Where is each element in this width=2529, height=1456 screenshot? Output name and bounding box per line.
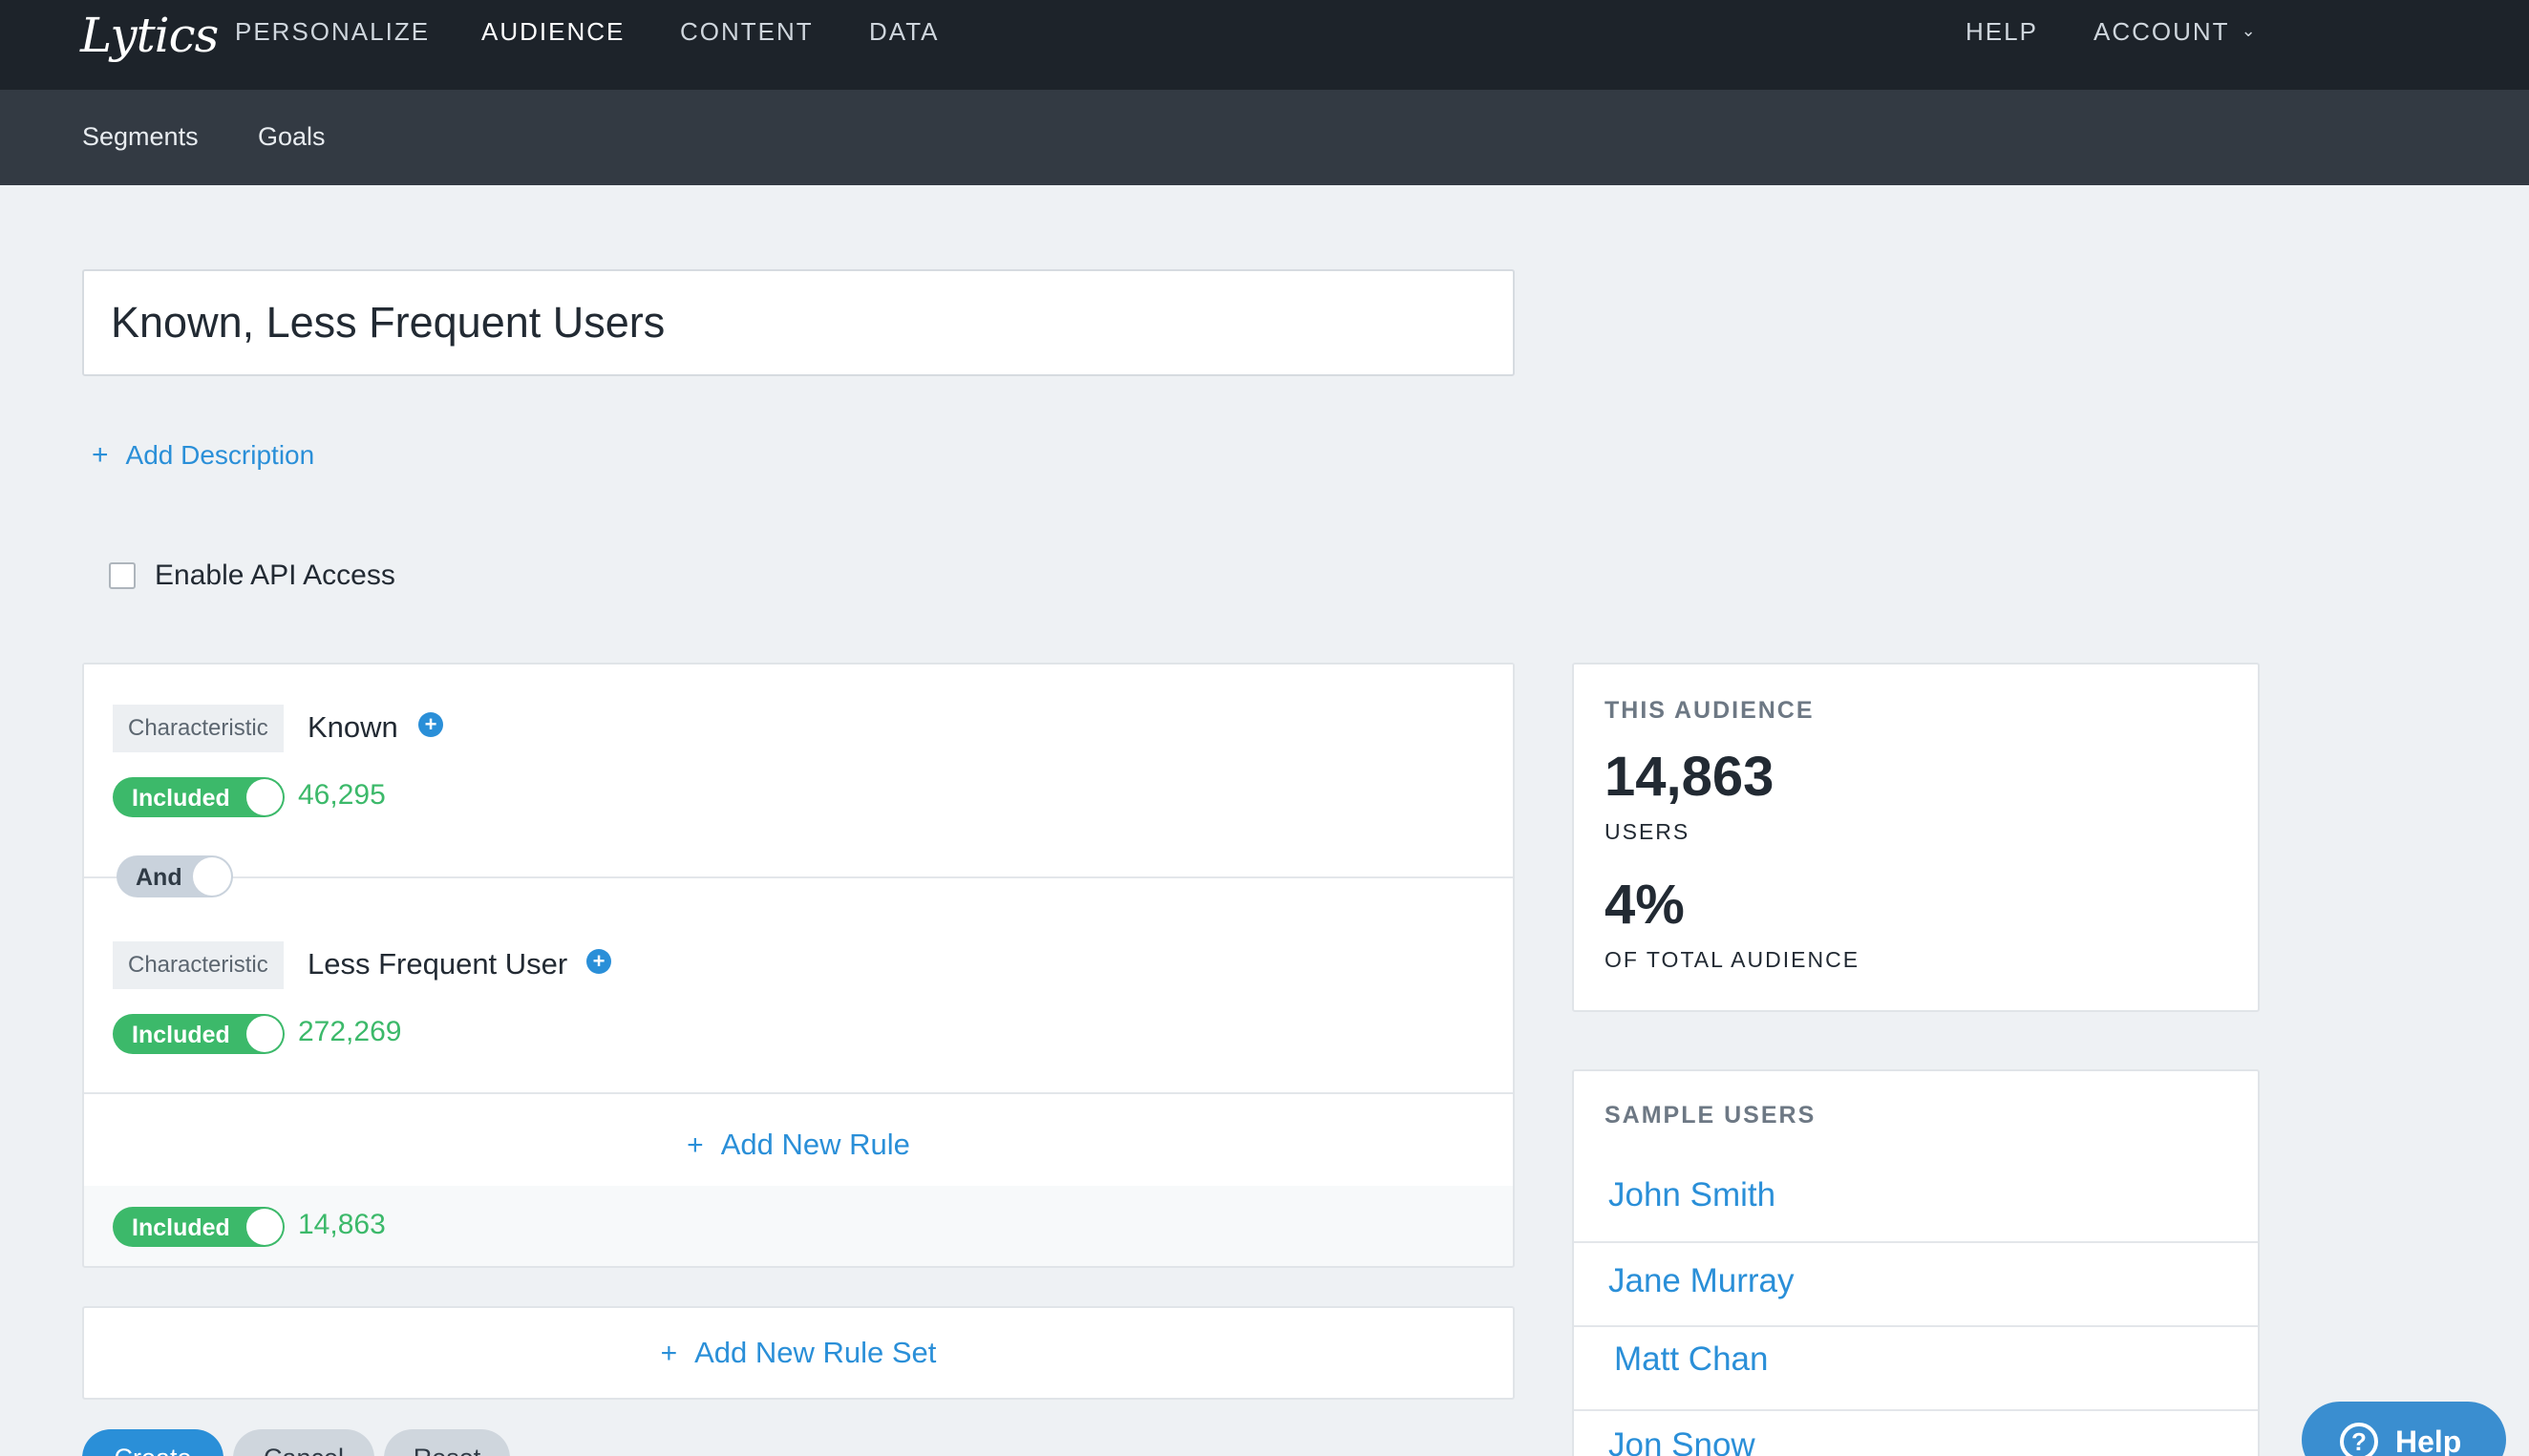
help-widget-label: Help (2395, 1424, 2462, 1456)
operator-label: And (136, 864, 182, 891)
audience-summary-card: THIS AUDIENCE 14,863 USERS 4% OF TOTAL A… (1572, 663, 2260, 1012)
add-new-rule-set-button[interactable]: + Add New Rule Set (82, 1306, 1515, 1400)
segment-title-input[interactable] (82, 269, 1515, 376)
add-new-rule-set-label: Add New Rule Set (694, 1336, 937, 1369)
list-item: Matt Chan (1574, 1325, 2258, 1409)
add-description-link[interactable]: + Add Description (92, 439, 314, 472)
reset-button[interactable]: Reset (384, 1429, 510, 1456)
operator-toggle[interactable]: And (117, 855, 233, 897)
api-access-checkbox[interactable] (109, 562, 136, 589)
list-item: John Smith (1574, 1157, 2258, 1241)
sample-users-heading: SAMPLE USERS (1605, 1102, 1817, 1129)
add-description-label: Add Description (125, 440, 315, 470)
rule-set-count: 14,863 (298, 1209, 386, 1240)
rule-set-panel: Characteristic Known + Included 46,295 A… (82, 663, 1515, 1268)
rule-count: 272,269 (298, 1016, 402, 1047)
audience-users-count: 14,863 (1605, 746, 1775, 808)
rule-name: Known (308, 710, 398, 744)
toggle-knob (246, 779, 283, 815)
rule-type-tag: Characteristic (113, 705, 284, 752)
add-new-rule-button[interactable]: + Add New Rule (84, 1104, 1513, 1186)
create-button[interactable]: Create (82, 1429, 223, 1456)
audience-percent-label: OF TOTAL AUDIENCE (1605, 947, 1860, 972)
plus-icon: + (687, 1129, 704, 1161)
sample-user-link[interactable]: Matt Chan (1614, 1340, 1768, 1379)
list-item: Jane Murray (1574, 1241, 2258, 1325)
nav-help[interactable]: HELP (1966, 17, 2038, 47)
sample-users-card: SAMPLE USERS John Smith Jane Murray Matt… (1572, 1069, 2260, 1456)
api-access-row: Enable API Access (109, 559, 395, 592)
cancel-button[interactable]: Cancel (233, 1429, 374, 1456)
subnav-segments[interactable]: Segments (82, 122, 199, 152)
nav-content[interactable]: CONTENT (680, 17, 814, 47)
plus-icon: + (660, 1338, 678, 1369)
sample-user-link[interactable]: John Smith (1608, 1176, 1775, 1214)
nav-account[interactable]: ACCOUNT ⌄ (2093, 17, 2258, 47)
sample-user-link[interactable]: Jane Murray (1608, 1262, 1795, 1300)
plus-circle-icon[interactable]: + (418, 712, 443, 737)
rule-count: 46,295 (298, 779, 386, 811)
rule-divider (84, 876, 1513, 878)
nav-data[interactable]: DATA (869, 17, 939, 47)
include-toggle[interactable]: Included (113, 777, 285, 817)
include-toggle-label: Included (132, 785, 230, 812)
rule-name: Less Frequent User (308, 947, 568, 981)
include-toggle-label: Included (132, 1022, 230, 1048)
nav-audience[interactable]: AUDIENCE (481, 17, 625, 47)
rule-divider (84, 1092, 1513, 1094)
include-toggle[interactable]: Included (113, 1014, 285, 1054)
plus-circle-icon[interactable]: + (586, 949, 611, 974)
lytics-logo[interactable]: Lytics (80, 8, 219, 63)
api-access-label: Enable API Access (155, 559, 395, 591)
sub-nav: Segments Goals (0, 90, 2529, 185)
rule-set-rules: Characteristic Known + Included 46,295 A… (84, 665, 1513, 1186)
rule-type-tag: Characteristic (113, 941, 284, 989)
top-nav: Lytics PERSONALIZE AUDIENCE CONTENT DATA… (0, 0, 2529, 90)
plus-icon: + (92, 439, 109, 471)
rule-set-include-toggle[interactable]: Included (113, 1207, 285, 1247)
toggle-knob (246, 1016, 283, 1052)
list-item: Jon Snow (1574, 1409, 2258, 1456)
audience-heading: THIS AUDIENCE (1605, 697, 1815, 724)
toggle-knob (246, 1209, 283, 1245)
chevron-down-icon: ⌄ (2241, 21, 2258, 40)
toggle-knob (193, 857, 231, 896)
audience-percent: 4% (1605, 874, 1685, 936)
include-toggle-label: Included (132, 1214, 230, 1241)
question-icon: ? (2340, 1423, 2378, 1456)
nav-account-label: ACCOUNT (2093, 17, 2230, 46)
nav-personalize[interactable]: PERSONALIZE (235, 17, 430, 47)
help-widget-button[interactable]: ? Help (2302, 1402, 2506, 1456)
sample-user-link[interactable]: Jon Snow (1608, 1426, 1755, 1456)
subnav-goals[interactable]: Goals (258, 122, 326, 152)
add-new-rule-label: Add New Rule (720, 1128, 910, 1161)
audience-users-label: USERS (1605, 819, 1690, 844)
